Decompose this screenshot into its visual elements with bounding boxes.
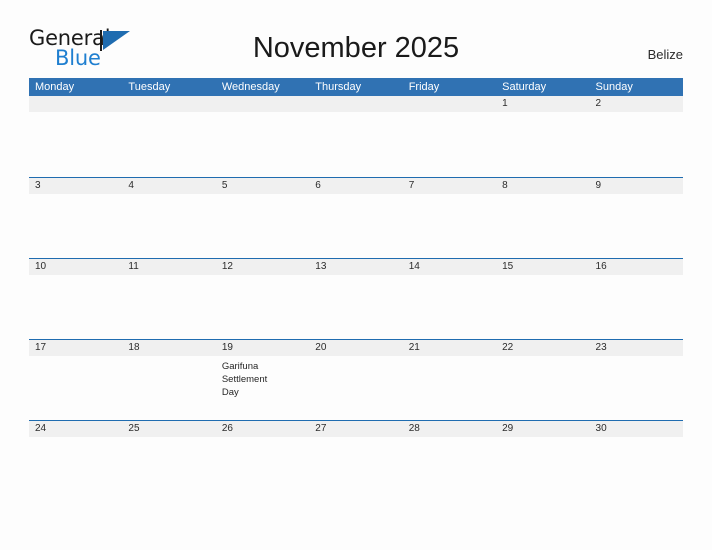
page-header: General Blue November 2025 Belize <box>0 0 712 78</box>
day-events-empty <box>496 194 589 259</box>
day-events-empty <box>403 194 496 259</box>
day-events-empty <box>403 275 496 340</box>
calendar-grid: Monday Tuesday Wednesday Thursday Friday Satu… <box>29 78 683 502</box>
day-number[interactable]: 26 <box>216 421 309 437</box>
weekday-header-wednesday: Wednesday <box>221 81 280 93</box>
day-events-empty <box>496 275 589 340</box>
day-empty <box>29 96 122 112</box>
page-title: November 2025 <box>252 32 460 64</box>
day-number[interactable]: 27 <box>309 421 402 437</box>
weekday-header-sunday: Sunday <box>595 81 633 93</box>
day-number[interactable]: 24 <box>29 421 122 437</box>
day-events-empty <box>29 437 122 502</box>
region-label: Belize <box>647 47 683 62</box>
day-number[interactable]: 10 <box>29 259 122 275</box>
day-events-empty <box>29 356 122 421</box>
event-band <box>29 194 683 259</box>
day-events-empty <box>216 112 309 177</box>
day-events-empty <box>29 112 122 177</box>
day-events-empty <box>403 112 496 177</box>
day-events-empty <box>29 275 122 340</box>
day-number[interactable]: 22 <box>496 340 589 356</box>
day-events-empty <box>403 356 496 421</box>
day-events-empty <box>122 275 215 340</box>
day-number[interactable]: 6 <box>309 178 402 194</box>
weekday-header-saturday: Saturday <box>502 81 547 93</box>
day-number[interactable]: 14 <box>403 259 496 275</box>
day-empty <box>122 96 215 112</box>
day-number[interactable]: 21 <box>403 340 496 356</box>
day-events-empty <box>309 275 402 340</box>
day-number[interactable]: 16 <box>590 259 683 275</box>
day-events-empty <box>590 275 683 340</box>
day-number[interactable]: 1 <box>496 96 589 112</box>
calendar-week-row: 24 25 26 27 28 29 30 <box>29 420 683 502</box>
day-events-empty <box>216 194 309 259</box>
weekday-header-thursday: Thursday <box>315 81 362 93</box>
weekday-header-monday: Monday <box>35 81 75 93</box>
day-events-empty <box>122 437 215 502</box>
date-number-band: 24 25 26 27 28 29 30 <box>29 420 683 437</box>
day-number[interactable]: 3 <box>29 178 122 194</box>
day-number[interactable]: 29 <box>496 421 589 437</box>
date-number-band: 17 18 19 20 21 22 23 <box>29 339 683 356</box>
day-empty <box>216 96 309 112</box>
date-number-band: 3456789 <box>29 177 683 194</box>
day-events[interactable]: Garifuna Settlement Day <box>216 356 309 421</box>
day-events-empty <box>403 437 496 502</box>
day-events-empty <box>496 356 589 421</box>
day-empty <box>403 96 496 112</box>
day-events-empty <box>496 437 589 502</box>
day-number[interactable]: 4 <box>122 178 215 194</box>
day-number[interactable]: 11 <box>122 259 215 275</box>
day-number[interactable]: 20 <box>309 340 402 356</box>
event-band <box>29 275 683 340</box>
day-events-empty <box>590 356 683 421</box>
day-number[interactable]: 17 <box>29 340 122 356</box>
day-events-empty <box>590 112 683 177</box>
weekday-header-row: Monday Tuesday Wednesday Thursday Friday Satu… <box>29 78 683 96</box>
date-number-band: 10 11 12 13 14 15 16 <box>29 258 683 275</box>
day-events-empty <box>216 275 309 340</box>
calendar-weeks: 1 2 3 4 5 6 7 8 9 10 11 12 13 14 15 16 17 18 19 20 21 22 23 Gar… <box>29 96 683 502</box>
day-number[interactable]: 25 <box>122 421 215 437</box>
day-events-empty <box>122 356 215 421</box>
day-events-empty <box>122 194 215 259</box>
event-band: Garifuna Settlement Day <box>29 356 683 421</box>
day-number[interactable]: 9 <box>590 178 683 194</box>
day-number[interactable]: 23 <box>590 340 683 356</box>
day-number[interactable]: 7 <box>403 178 496 194</box>
day-number[interactable]: 2 <box>590 96 683 112</box>
calendar-week-row: 3456789 <box>29 177 683 259</box>
holiday-label: Garifuna Settlement Day <box>221 361 268 398</box>
day-events-empty <box>496 112 589 177</box>
weekday-header-friday: Friday <box>408 81 440 93</box>
day-number[interactable]: 13 <box>309 259 402 275</box>
day-number[interactable]: 18 <box>122 340 215 356</box>
day-events-empty <box>29 194 122 259</box>
day-events-empty <box>309 112 402 177</box>
event-band <box>29 112 683 177</box>
day-number[interactable]: 19 <box>216 340 309 356</box>
day-empty <box>309 96 402 112</box>
day-events-empty <box>309 437 402 502</box>
calendar-week-row: 17 18 19 20 21 22 23 Garifuna Settlement Day <box>29 339 683 421</box>
day-number[interactable]: 12 <box>216 259 309 275</box>
day-number[interactable]: 8 <box>496 178 589 194</box>
day-events-empty <box>309 194 402 259</box>
day-number[interactable]: 15 <box>496 259 589 275</box>
day-events-empty <box>122 112 215 177</box>
day-events-empty <box>590 194 683 259</box>
event-band <box>29 437 683 502</box>
day-events-empty <box>309 356 402 421</box>
date-number-band: 12 <box>29 96 683 112</box>
weekday-header-tuesday: Tuesday <box>128 81 171 93</box>
calendar-week-row: 10 11 12 13 14 15 16 <box>29 258 683 340</box>
day-number[interactable]: 28 <box>403 421 496 437</box>
day-number[interactable]: 5 <box>216 178 309 194</box>
day-events-empty <box>216 437 309 502</box>
day-number[interactable]: 30 <box>590 421 683 437</box>
day-events-empty <box>590 437 683 502</box>
calendar-week-row: 12 <box>29 96 683 177</box>
